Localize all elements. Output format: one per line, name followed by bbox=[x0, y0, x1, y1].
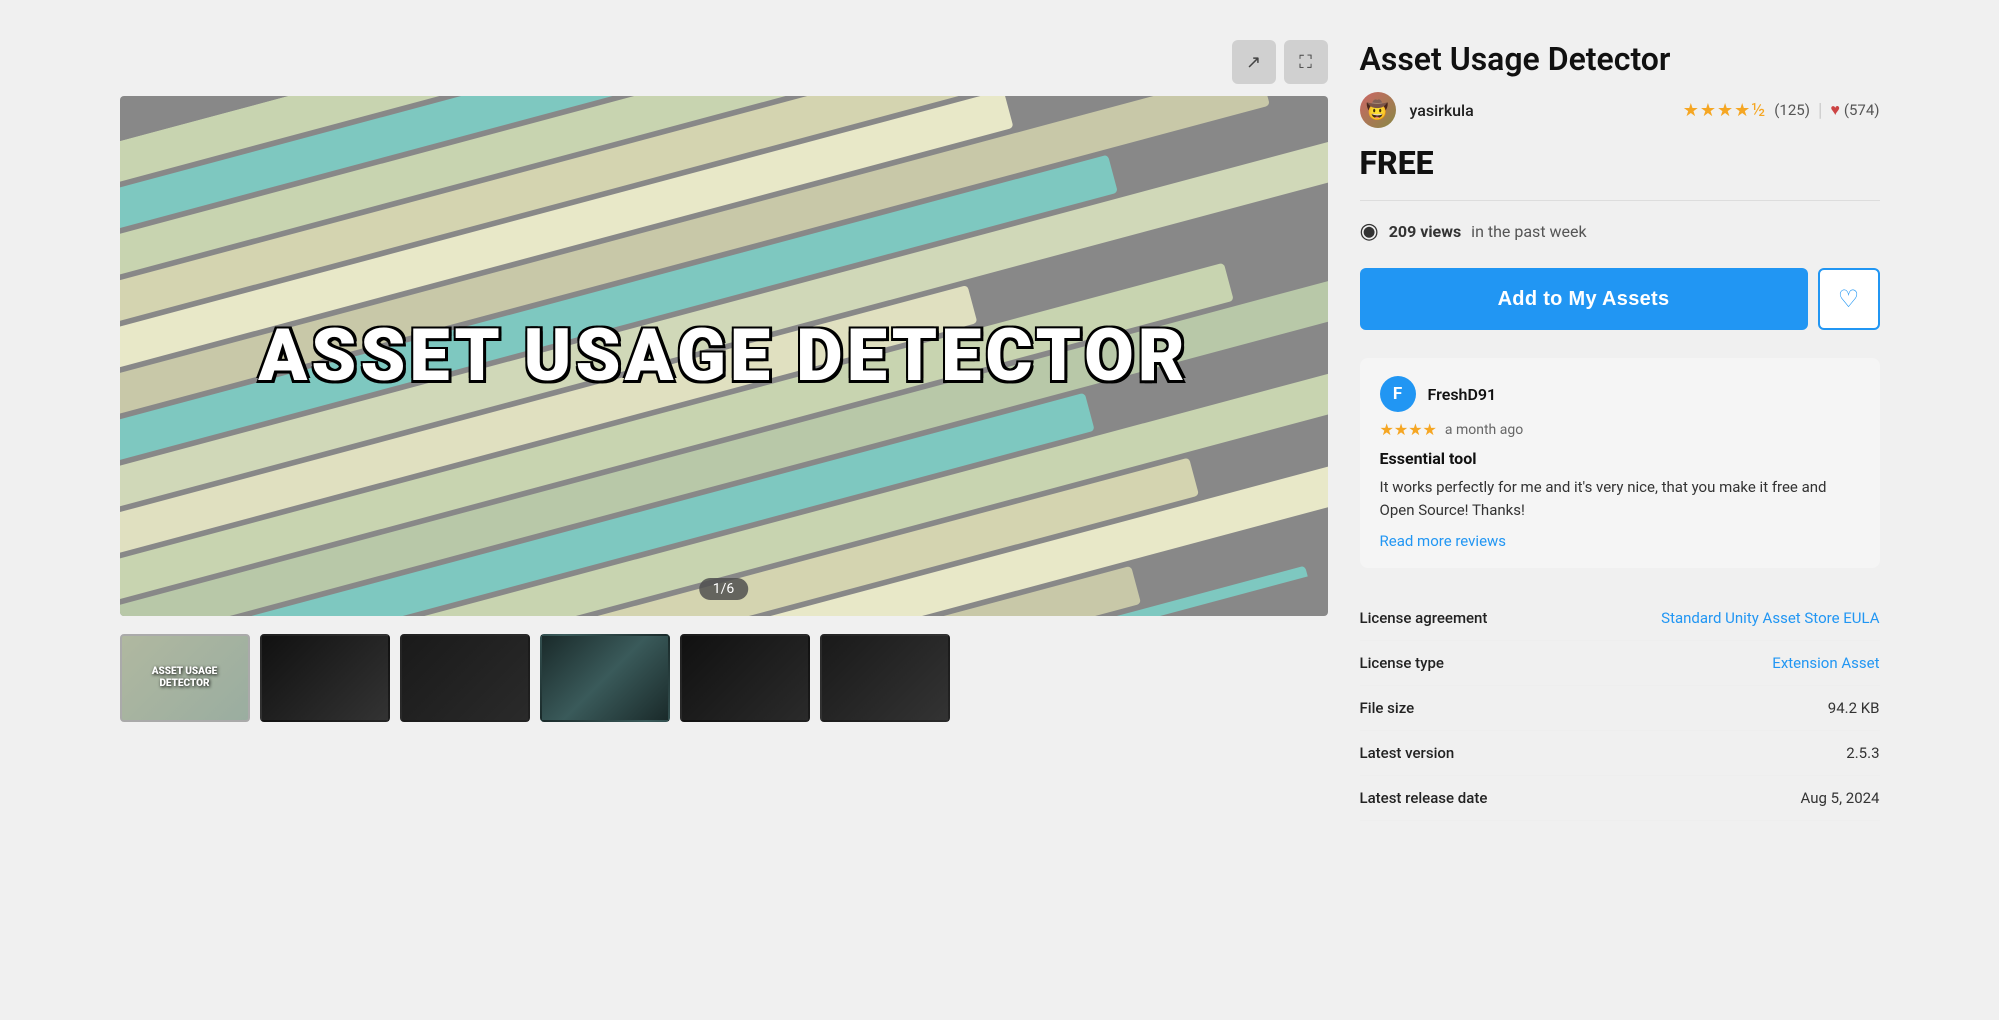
info-value: 94.2 KB bbox=[1646, 686, 1880, 731]
info-label: Latest release date bbox=[1360, 776, 1646, 821]
review-stars: ★★★★ bbox=[1380, 420, 1437, 439]
divider: | bbox=[1818, 100, 1822, 121]
wishlist-button[interactable]: ♡ bbox=[1818, 268, 1880, 330]
info-value[interactable]: Standard Unity Asset Store EULA bbox=[1646, 596, 1880, 641]
info-label: File size bbox=[1360, 686, 1646, 731]
views-row: ◉ 209 views in the past week bbox=[1360, 219, 1880, 244]
author-name: yasirkula bbox=[1410, 101, 1474, 120]
thumbnail-0[interactable]: ASSET USAGEDETECTOR bbox=[120, 634, 250, 722]
info-label: Latest version bbox=[1360, 731, 1646, 776]
info-value[interactable]: Extension Asset bbox=[1646, 641, 1880, 686]
thumbnail-2[interactable] bbox=[400, 634, 530, 722]
rating-section: ★★★★½ (125) | ♥ (574) bbox=[1683, 100, 1880, 121]
share-icon: ↗ bbox=[1246, 52, 1261, 73]
info-label: License type bbox=[1360, 641, 1646, 686]
thumbnail-4[interactable] bbox=[680, 634, 810, 722]
info-row: License agreementStandard Unity Asset St… bbox=[1360, 596, 1880, 641]
add-to-assets-button[interactable]: Add to My Assets bbox=[1360, 268, 1808, 330]
info-row: License typeExtension Asset bbox=[1360, 641, 1880, 686]
fullscreen-button[interactable]: ⛶ bbox=[1284, 40, 1328, 84]
review-body: It works perfectly for me and it's very … bbox=[1380, 476, 1860, 521]
right-panel: Asset Usage Detector 🤠 yasirkula ★★★★½ (… bbox=[1360, 40, 1880, 821]
reviewer-row: F FreshD91 bbox=[1380, 376, 1860, 412]
fullscreen-icon: ⛶ bbox=[1299, 52, 1312, 73]
read-more-link[interactable]: Read more reviews bbox=[1380, 532, 1507, 550]
thumbnail-5[interactable] bbox=[820, 634, 950, 722]
main-image: Asset Usage Detector 1/6 bbox=[120, 96, 1328, 616]
thumbnail-1[interactable] bbox=[260, 634, 390, 722]
review-stars-row: ★★★★ a month ago bbox=[1380, 420, 1860, 439]
rating-count: (125) bbox=[1774, 101, 1810, 119]
page-container: ↗ ⛶ bbox=[100, 20, 1900, 841]
reviewer-avatar: F bbox=[1380, 376, 1416, 412]
image-counter: 1/6 bbox=[699, 578, 749, 600]
thumbnail-0-label: ASSET USAGEDETECTOR bbox=[152, 666, 218, 690]
heart-icon: ♥ bbox=[1830, 100, 1840, 120]
left-panel: ↗ ⛶ bbox=[120, 40, 1328, 821]
info-table: License agreementStandard Unity Asset St… bbox=[1360, 596, 1880, 821]
price-section: FREE bbox=[1360, 144, 1880, 201]
views-count: 209 views bbox=[1389, 222, 1461, 241]
views-suffix: in the past week bbox=[1471, 222, 1586, 241]
share-button[interactable]: ↗ bbox=[1232, 40, 1276, 84]
info-label: License agreement bbox=[1360, 596, 1646, 641]
eye-icon: ◉ bbox=[1360, 219, 1379, 244]
info-value: 2.5.3 bbox=[1646, 731, 1880, 776]
asset-title: Asset Usage Detector bbox=[1360, 40, 1880, 78]
favorites: ♥ (574) bbox=[1830, 100, 1879, 120]
wishlist-heart-icon: ♡ bbox=[1838, 285, 1860, 314]
review-title: Essential tool bbox=[1380, 449, 1860, 468]
action-row: Add to My Assets ♡ bbox=[1360, 268, 1880, 330]
info-value: Aug 5, 2024 bbox=[1646, 776, 1880, 821]
top-controls: ↗ ⛶ bbox=[120, 40, 1328, 84]
review-date: a month ago bbox=[1445, 422, 1523, 438]
meta-row: 🤠 yasirkula ★★★★½ (125) | ♥ (574) bbox=[1360, 92, 1880, 128]
author-avatar: 🤠 bbox=[1360, 92, 1396, 128]
star-rating: ★★★★½ bbox=[1683, 100, 1767, 121]
reviewer-name: FreshD91 bbox=[1428, 385, 1497, 404]
review-box: F FreshD91 ★★★★ a month ago Essential to… bbox=[1360, 358, 1880, 568]
info-row: Latest release dateAug 5, 2024 bbox=[1360, 776, 1880, 821]
main-image-text: Asset Usage Detector bbox=[258, 316, 1189, 395]
info-row: Latest version2.5.3 bbox=[1360, 731, 1880, 776]
thumbnail-3[interactable] bbox=[540, 634, 670, 722]
thumbnail-row: ASSET USAGEDETECTOR bbox=[120, 634, 1328, 722]
price-label: FREE bbox=[1360, 144, 1880, 182]
info-row: File size94.2 KB bbox=[1360, 686, 1880, 731]
